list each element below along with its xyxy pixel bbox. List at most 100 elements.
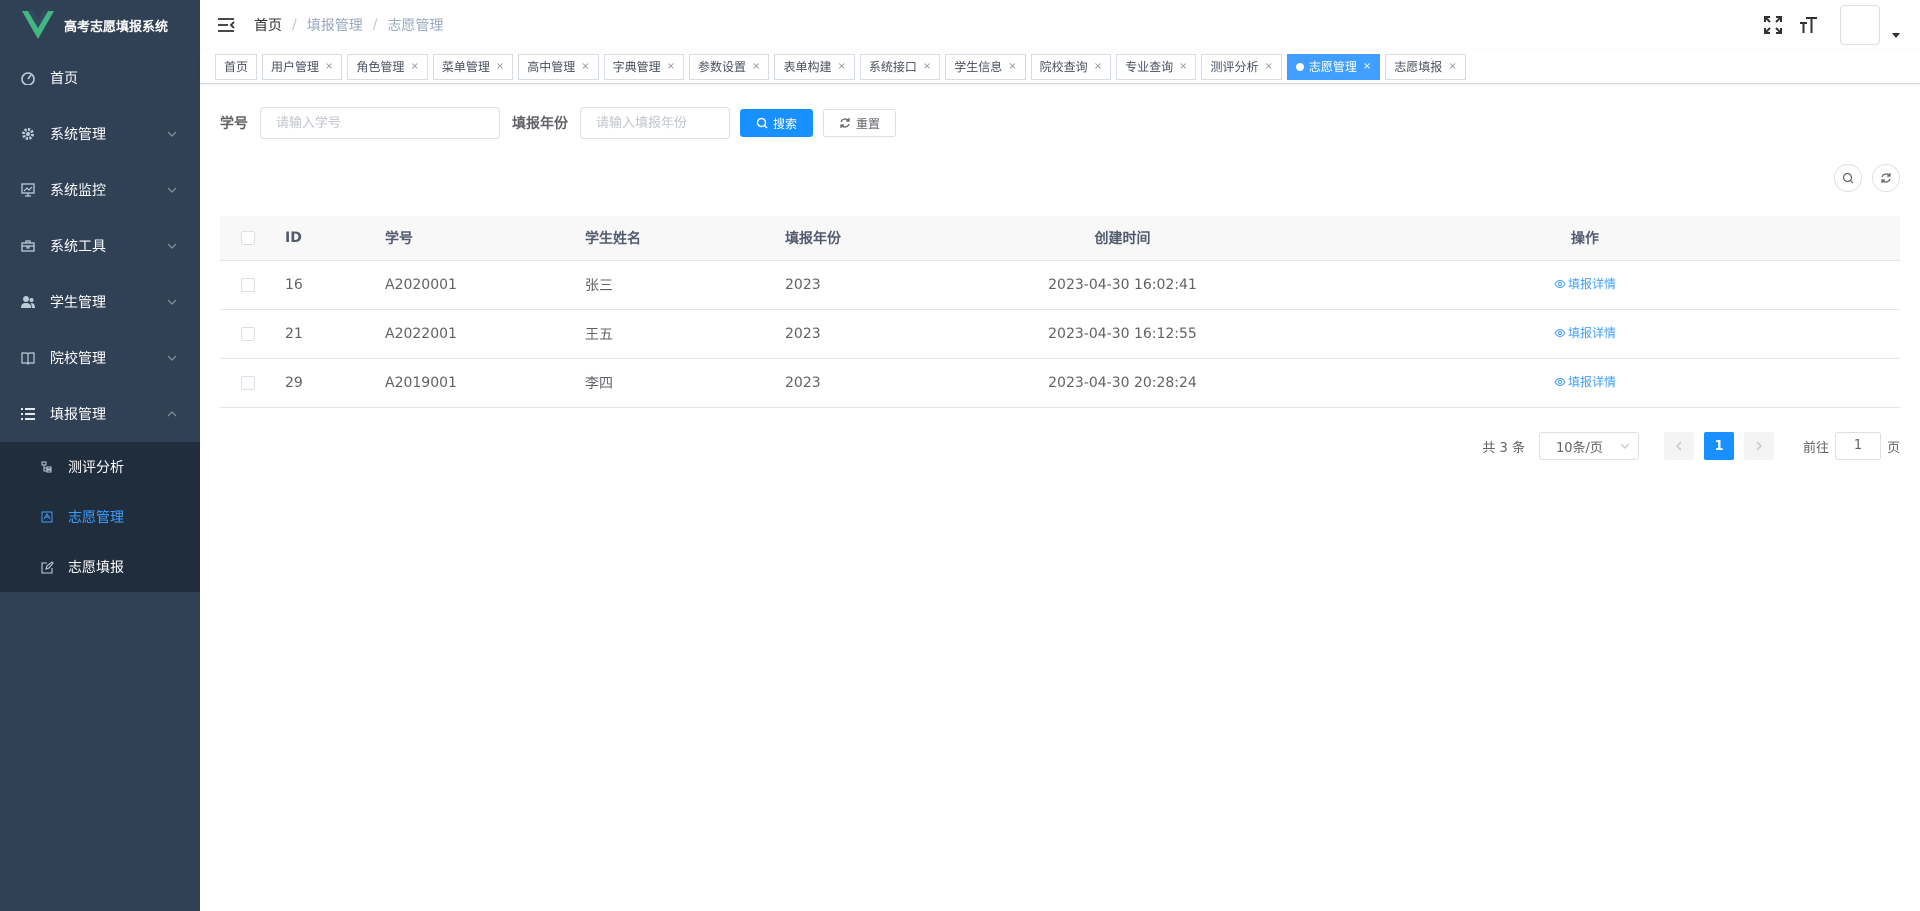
table-row: 29 A2019001 李四 2023 2023-04-30 20:28:24 … [220,358,1900,408]
sidebar-item-system[interactable]: 系统管理 [0,106,200,162]
eye-icon [1554,377,1566,386]
refresh-table-button[interactable] [1872,164,1900,192]
tag-highschool-management[interactable]: 高中管理 × [518,53,599,80]
page-suffix: 页 [1886,440,1900,456]
sidebar-item-monitor[interactable]: 系统监控 [0,162,200,218]
tag-form-builder[interactable]: 表单构建 × [774,53,855,80]
reset-button[interactable]: 重置 [823,109,897,137]
sidebar-item-home[interactable]: 首页 [0,50,200,106]
view-detail-link[interactable]: 填报详情 [1554,324,1616,341]
close-icon[interactable]: × [1008,55,1016,79]
sidebar-item-label: 系统监控 [50,183,106,199]
avatar[interactable] [1840,5,1880,45]
sidebar-item-label: 首页 [50,71,78,87]
tag-volunteer-fill[interactable]: 志愿填报 × [1385,53,1466,80]
sidebar-item-schools[interactable]: 院校管理 [0,330,200,386]
close-icon[interactable]: × [752,55,760,79]
tag-menu-management[interactable]: 菜单管理 × [432,53,514,80]
close-icon[interactable]: × [1448,55,1456,79]
close-icon[interactable]: × [496,55,504,79]
search-button-label: 搜索 [773,116,798,131]
breadcrumb: 首页 / 填报管理 / 志愿管理 [254,15,443,35]
cell-actions: 填报详情 [1270,358,1900,408]
cell-actions: 填报详情 [1270,309,1900,359]
cell-year: 2023 [775,260,975,310]
tag-param-settings[interactable]: 参数设置 × [689,53,770,80]
page-number-current[interactable]: 1 [1703,432,1734,460]
tag-label: 角色管理 [356,59,405,74]
refresh-icon [1881,173,1891,183]
tag-label: 系统接口 [868,59,917,74]
tag-evaluation[interactable]: 测评分析 × [1201,53,1282,80]
tag-label: 首页 [224,59,249,74]
sidebar-item-label: 院校管理 [50,351,106,367]
tag-label: 菜单管理 [441,59,490,74]
chevron-down-icon [167,299,177,305]
row-checkbox[interactable] [240,326,255,341]
close-icon[interactable]: × [837,55,845,79]
tree-icon [40,460,54,474]
breadcrumb-home[interactable]: 首页 [254,15,282,35]
select-all-checkbox[interactable] [240,230,255,245]
hamburger-icon[interactable] [216,15,236,35]
tag-label: 用户管理 [271,59,320,74]
tag-student-info[interactable]: 学生信息 × [945,53,1026,80]
table-row: 16 A2020001 张三 2023 2023-04-30 16:02:41 … [220,260,1900,310]
tag-label: 志愿填报 [1394,59,1443,74]
close-icon[interactable]: × [410,55,418,79]
tag-major-query[interactable]: 专业查询 × [1116,53,1197,80]
sidebar-subitem-evaluation[interactable]: 测评分析 [0,442,200,492]
chevron-down-icon [167,355,177,361]
view-detail-label: 填报详情 [1567,277,1616,292]
close-icon[interactable]: × [1179,55,1187,79]
view-detail-link[interactable]: 填报详情 [1554,275,1616,292]
sidebar-item-filing[interactable]: 填报管理 [0,386,200,442]
row-checkbox[interactable] [240,277,255,292]
tag-system-api[interactable]: 系统接口 × [859,53,941,80]
tag-volunteer-management[interactable]: 志愿管理 × [1286,53,1381,80]
next-page-button[interactable] [1743,432,1774,460]
breadcrumb-separator: / [372,17,378,33]
dashboard-icon [20,70,36,86]
logo-area[interactable]: 高考志愿填报系统 [0,0,200,50]
tag-role-management[interactable]: 角色管理 × [347,53,428,80]
close-icon[interactable]: × [581,55,589,79]
prev-page-button[interactable] [1663,432,1694,460]
cell-actions: 填报详情 [1270,260,1900,310]
chevron-down-icon [167,187,177,193]
tag-user-management[interactable]: 用户管理 × [262,53,343,80]
sidebar-subitem-volunteer-fill[interactable]: 志愿填报 [0,542,200,592]
tag-label: 高中管理 [527,59,576,74]
year-label: 填报年份 [512,116,568,132]
sidebar-item-tools[interactable]: 系统工具 [0,218,200,274]
toggle-search-button[interactable] [1834,164,1862,192]
tag-home[interactable]: 首页 [215,53,258,80]
row-select-cell [220,260,275,310]
navbar: 首页 / 填报管理 / 志愿管理 [200,0,1920,50]
view-detail-link[interactable]: 填报详情 [1554,373,1616,390]
close-icon[interactable]: × [1265,55,1273,79]
close-icon[interactable]: × [1363,55,1371,79]
close-icon[interactable]: × [1094,55,1102,79]
sidebar-subitem-volunteer-management[interactable]: 志愿管理 [0,492,200,542]
cell-year: 2023 [775,309,975,359]
page-size-select[interactable]: 10条/页 [1538,432,1639,460]
volunteer-table: ID 学号 学生姓名 填报年份 创建时间 操作 16 A2020001 张三 2… [220,216,1900,408]
font-size-icon[interactable] [1798,14,1820,36]
goto-label: 前往 [1802,440,1829,456]
caret-down-icon[interactable] [1890,29,1902,41]
sidebar: 高考志愿填报系统 首页 系统管理 系统监控 系统工具 学生管理 院校管理 填报管… [0,0,200,911]
close-icon[interactable]: × [923,55,931,79]
tag-dict-management[interactable]: 字典管理 × [603,53,685,80]
close-icon[interactable]: × [667,55,675,79]
student-no-input[interactable] [260,107,500,139]
tag-school-query[interactable]: 院校查询 × [1030,53,1112,80]
fullscreen-icon[interactable] [1762,14,1784,36]
year-input[interactable] [580,107,730,139]
close-icon[interactable]: × [325,55,333,79]
goto-page-input[interactable]: 1 [1834,432,1881,460]
sidebar-item-students[interactable]: 学生管理 [0,274,200,330]
search-button[interactable]: 搜索 [740,109,814,137]
select-all-cell [220,216,275,261]
row-checkbox[interactable] [240,375,255,390]
